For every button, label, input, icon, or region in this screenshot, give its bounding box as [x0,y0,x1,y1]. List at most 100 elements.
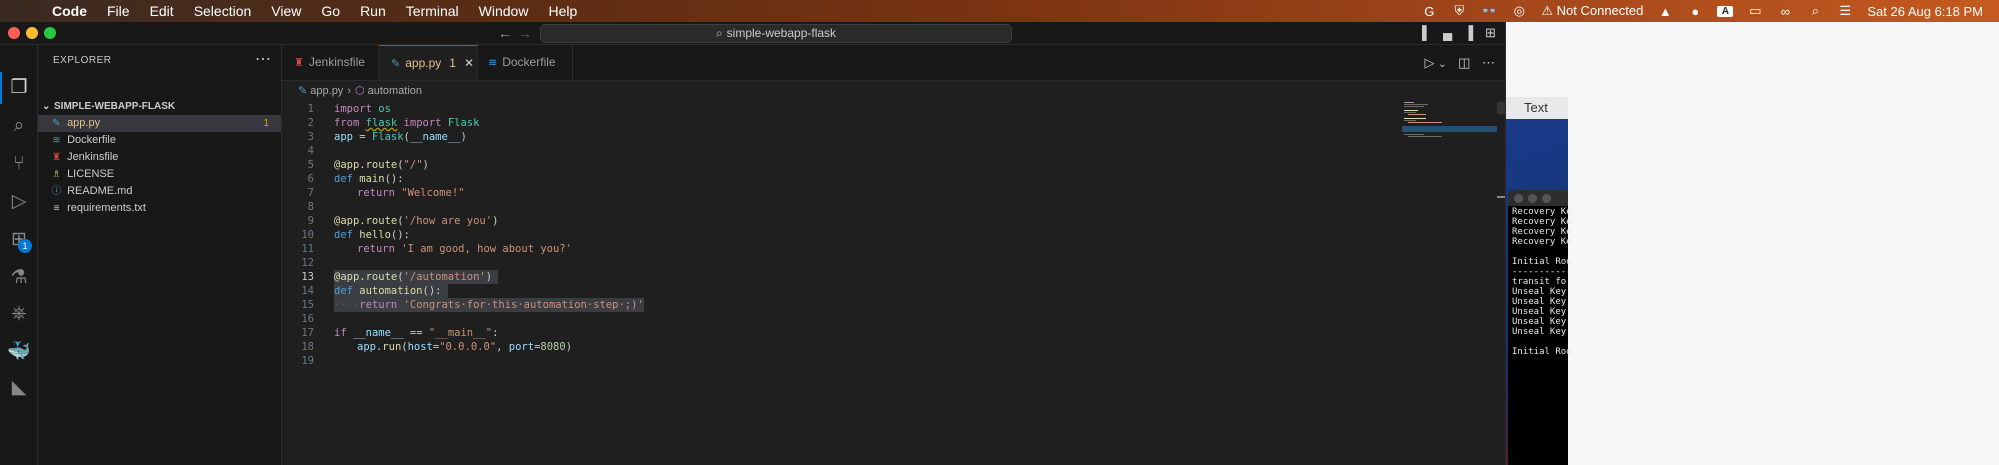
minimap-line [1408,122,1442,123]
menu-run[interactable]: Run [360,3,386,19]
terminal-line: Recovery Ke [1512,217,1572,227]
minimap-selection [1402,126,1497,132]
kubernetes-icon[interactable]: ⎈ [6,301,32,327]
control-center-icon[interactable]: ☰ [1837,3,1853,19]
python-file-icon: ✎ [298,85,311,97]
forward-arrow-icon[interactable]: → [518,25,532,41]
toggle-secondary-sidebar-icon[interactable]: ▐ [1464,25,1473,40]
run-debug-icon[interactable]: ▷ [6,189,32,215]
docker-icon[interactable]: 🐳 [6,339,32,365]
window-resize-handle[interactable] [1497,196,1505,198]
breadcrumb-file[interactable]: app.py [310,85,343,97]
menu-view[interactable]: View [271,3,301,19]
minimize-window-button[interactable] [1528,194,1537,203]
source-control-icon[interactable]: ⑂ [6,151,32,177]
docker-file-icon: ≋ [52,135,61,146]
search-icon: ⌕ [715,26,723,40]
zoom-window-button[interactable] [1542,194,1551,203]
split-editor-icon[interactable]: ◫ [1458,55,1470,70]
terminal-window[interactable]: Recovery Ke Recovery Ke Recovery Ke Reco… [1508,190,1572,465]
menu-help[interactable]: Help [548,3,577,19]
code-line: 3 app = Flask(__name__) [307,131,467,143]
menu-window[interactable]: Window [479,3,529,19]
minimap[interactable] [1402,102,1497,142]
more-actions-icon[interactable]: ⋯ [255,49,271,69]
explorer-title: EXPLORER [53,55,112,66]
glasses-icon[interactable]: 👓 [1481,3,1497,19]
jenkins-file-icon: ♜ [52,152,61,163]
command-center-search[interactable]: ⌕ simple-webapp-flask [540,24,1012,43]
toggle-panel-icon[interactable]: ▄ [1443,25,1452,40]
run-python-icon[interactable]: ▷ [1424,55,1434,70]
minimap-line [1404,112,1416,113]
vertical-scrollbar[interactable] [1497,102,1505,114]
battery-icon[interactable]: ▭ [1747,3,1763,19]
search-view-icon[interactable]: ⌕ [6,113,32,139]
terminal-line: transit fo [1512,277,1567,287]
close-window-button[interactable] [8,27,20,39]
minimap-line [1404,110,1418,111]
terminal-line: Initial Roo [1512,347,1572,357]
tab-dockerfile[interactable]: ≋ Dockerfile [478,45,573,80]
minimize-window-button[interactable] [26,27,38,39]
close-window-button[interactable] [1514,194,1523,203]
file-item-readme[interactable]: ⓘ README.md [38,183,281,200]
file-item-jenkinsfile[interactable]: ♜ Jenkinsfile [38,149,281,166]
menu-file[interactable]: File [107,3,130,19]
code-line: 13 @app.route('/automation') [282,270,1397,284]
file-item-app-py[interactable]: ✎ app.py 1 [38,115,281,132]
workspace-folder[interactable]: ⌄ SIMPLE-WEBAPP-FLASK [38,98,281,115]
chevron-right-icon: › [347,85,351,97]
tab-app-py[interactable]: ✎ app.py 1 ✕ [379,45,478,80]
vlc-icon[interactable]: ▲ [1657,4,1673,19]
menu-code[interactable]: Code [52,3,87,19]
code-line: 17 if __name__ == "__main__": [301,327,499,339]
minimap-line [1404,120,1416,121]
license-file-icon: ♗ [52,169,61,180]
file-item-dockerfile[interactable]: ≋ Dockerfile [38,132,281,149]
menu-go[interactable]: Go [321,3,340,19]
textedit-title-bar[interactable]: Text [1506,97,1568,119]
testing-flask-icon[interactable]: ⚗ [6,265,32,291]
code-editor[interactable]: 1 import os 2 from flask import Flask 3 app… [282,102,1397,465]
code-line: 12 [301,257,314,269]
code-line: 5 @app.route("/") [307,159,429,171]
menu-selection[interactable]: Selection [194,3,252,19]
info-file-icon: ⓘ [51,186,62,197]
python-file-icon: ✎ [52,118,61,129]
jenkins-file-icon: ♜ [294,57,304,69]
zoom-window-button[interactable] [44,27,56,39]
terminal-title-bar[interactable] [1508,190,1568,206]
close-tab-icon[interactable]: ✕ [464,56,474,70]
code-line: 10 def hello(): [301,229,410,241]
file-item-requirements[interactable]: ≡ requirements.txt [38,200,281,217]
grammarly-icon[interactable]: G [1421,4,1437,19]
file-item-license[interactable]: ♗ LICENSE [38,166,281,183]
extensions-badge: 1 [18,239,32,253]
minimap-line [1408,136,1442,137]
search-icon[interactable]: ⌕ [1807,3,1823,19]
menu-terminal[interactable]: Terminal [406,3,459,19]
tab-problems-count: 1 [449,56,456,70]
input-source-icon[interactable]: A [1717,5,1734,17]
explorer-files-icon[interactable]: ❐ [6,75,32,101]
breadcrumb-symbol[interactable]: automation [368,85,422,97]
more-actions-icon[interactable]: ⋯ [1482,55,1495,70]
tab-jenkinsfile[interactable]: ♜ Jenkinsfile [282,45,379,80]
shield-icon[interactable]: ⛨ [1451,3,1467,19]
problems-count: 1 [263,118,269,129]
menubar-clock[interactable]: Sat 26 Aug 6:18 PM [1867,4,1983,19]
toggle-primary-sidebar-icon[interactable]: ▌ [1422,25,1431,40]
swirl-icon[interactable]: ◎ [1511,3,1527,19]
globe-icon[interactable]: ● [1687,4,1703,19]
remote-explorer-icon[interactable]: ◣ [6,375,32,401]
menu-edit[interactable]: Edit [150,3,174,19]
link-icon[interactable]: ∞ [1777,4,1793,19]
activity-bar: ❐ ⌕ ⑂ ▷ ⊞ 1 ⚗ ⎈ 🐳 ◣ [0,45,38,465]
chevron-down-icon[interactable]: ⌄ [1438,59,1446,70]
network-status[interactable]: ⚠ Not Connected [1541,3,1643,19]
back-arrow-icon[interactable]: ← [498,25,512,41]
customize-layout-icon[interactable]: ⊞ [1485,25,1496,41]
function-symbol-icon: ⬡ [354,85,365,97]
code-line: 15 ····return 'Congrats·for·this·automati… [301,298,644,312]
